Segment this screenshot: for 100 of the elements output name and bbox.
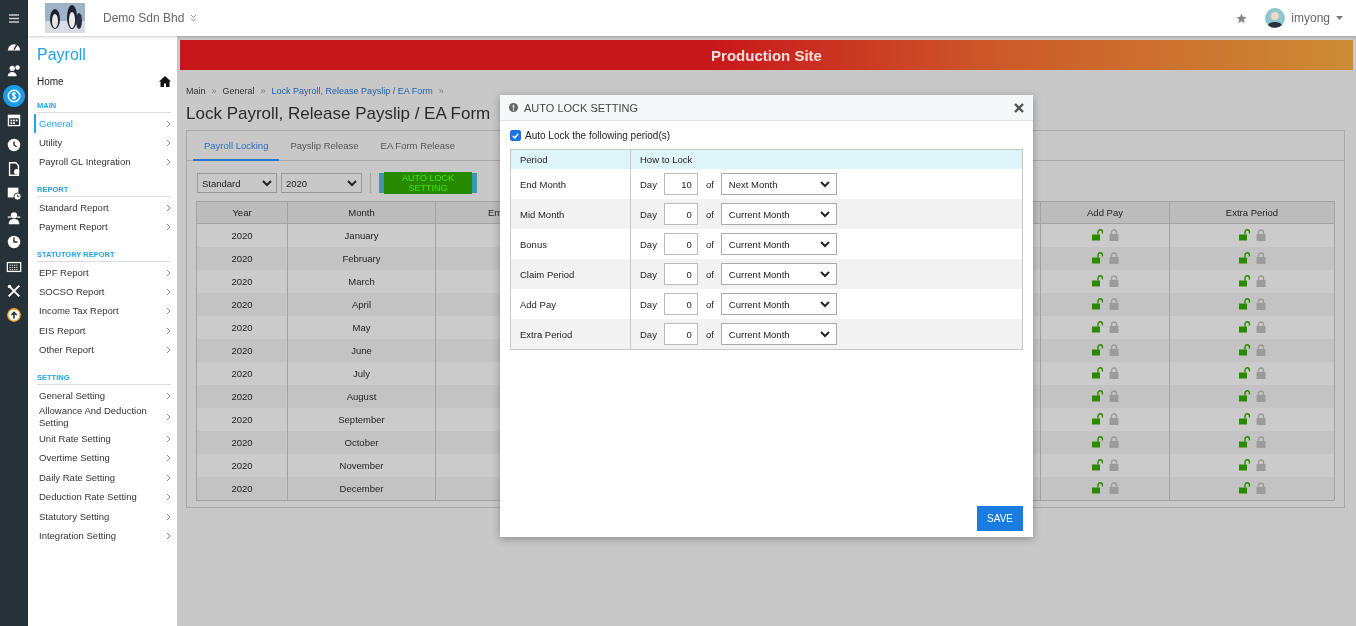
day-input[interactable]: 0: [663, 263, 698, 285]
company-name[interactable]: Demo Sdn Bhd: [103, 11, 185, 25]
star-icon[interactable]: [1236, 12, 1248, 24]
lock-toggle[interactable]: [1091, 389, 1119, 402]
lock-toggle[interactable]: [1091, 412, 1119, 425]
menu-icon[interactable]: [9, 13, 19, 23]
sidebar-item[interactable]: Payroll GL Integration: [34, 152, 171, 173]
info-icon: [509, 103, 518, 112]
lock-toggle[interactable]: [1238, 412, 1266, 425]
sidebar-item[interactable]: Payment Report: [34, 217, 171, 237]
save-button[interactable]: SAVE: [977, 506, 1023, 531]
home-link[interactable]: Home: [37, 76, 64, 87]
sidebar-item[interactable]: EIS Report: [34, 321, 171, 341]
tab[interactable]: Payslip Release: [279, 131, 370, 161]
lock-toggle[interactable]: [1091, 320, 1119, 333]
home-icon[interactable]: [159, 76, 171, 87]
lock-toggle[interactable]: [1091, 481, 1119, 494]
month-select[interactable]: Current Month: [720, 263, 837, 285]
table-cell: 2020: [196, 316, 288, 339]
table-cell: November: [287, 454, 436, 477]
table-cell: 2020: [196, 247, 288, 270]
sidebar-item[interactable]: Standard Report: [34, 198, 171, 218]
lock-toggle[interactable]: [1091, 251, 1119, 264]
lock-toggle[interactable]: [1238, 481, 1266, 494]
month-select[interactable]: Current Month: [720, 233, 837, 255]
column-header: Add Pay: [1040, 201, 1170, 224]
lock-toggle[interactable]: [1238, 389, 1266, 402]
avatar-icon[interactable]: [1265, 8, 1286, 28]
breadcrumb-link[interactable]: General: [222, 86, 255, 96]
checkbox[interactable]: [510, 130, 521, 141]
breadcrumb-link[interactable]: Main: [186, 86, 206, 96]
month-select[interactable]: Current Month: [720, 203, 837, 225]
breadcrumb-link[interactable]: Lock Payroll, Release Payslip / EA Form: [271, 86, 433, 96]
day-input[interactable]: 0: [663, 323, 698, 345]
sidebar-item[interactable]: EPF Report: [34, 262, 171, 283]
lock-toggle[interactable]: [1091, 274, 1119, 287]
lock-toggle[interactable]: [1091, 435, 1119, 448]
lock-toggle[interactable]: [1238, 297, 1266, 310]
chevron-icon: [166, 346, 171, 355]
chevron-icon: [166, 203, 171, 212]
sidebar-item[interactable]: Overtime Setting: [34, 448, 171, 469]
sidebar-item[interactable]: Daily Rate Setting: [34, 468, 171, 488]
caret-icon: [262, 179, 272, 187]
day-input[interactable]: 0: [663, 233, 698, 255]
day-input[interactable]: 10: [663, 173, 698, 195]
sidebar-title: Payroll: [37, 46, 86, 64]
month-select[interactable]: Next Month: [720, 173, 837, 195]
lock-toggle[interactable]: [1091, 458, 1119, 471]
day-label: Day: [640, 238, 657, 250]
type-select[interactable]: Standard: [197, 173, 277, 193]
tab[interactable]: EA Form Release: [369, 131, 466, 161]
lock-toggle[interactable]: [1091, 343, 1119, 356]
lock-toggle[interactable]: [1238, 274, 1266, 287]
lock-toggle[interactable]: [1238, 458, 1266, 471]
user-name[interactable]: imyong: [1291, 11, 1330, 25]
sidebar-item[interactable]: Integration Setting: [34, 526, 171, 546]
chevron-icon: [166, 531, 171, 540]
caret-icon: [819, 210, 830, 218]
chevron-icon: [166, 158, 171, 167]
lock-toggle[interactable]: [1091, 366, 1119, 379]
breadcrumb-separator: »: [260, 86, 266, 96]
sidebar-item[interactable]: Statutory Setting: [34, 506, 171, 527]
lock-toggle[interactable]: [1091, 297, 1119, 310]
lock-toggle[interactable]: [1238, 435, 1266, 448]
checkbox-label: Auto Lock the following period(s): [525, 130, 671, 141]
chevron-icon: [166, 268, 171, 277]
of-label: of: [705, 268, 714, 280]
rail-dollar-icon[interactable]: [3, 84, 25, 107]
caret-icon: [347, 179, 357, 187]
sidebar-item[interactable]: General Setting: [34, 385, 171, 406]
caret-icon: [819, 270, 830, 278]
chevron-icon: [166, 413, 171, 422]
sidebar-item[interactable]: Deduction Rate Setting: [34, 487, 171, 507]
page-title: Lock Payroll, Release Payslip / EA Form: [186, 104, 491, 124]
day-input[interactable]: 0: [663, 203, 698, 225]
year-select[interactable]: 2020: [281, 173, 362, 193]
sidebar-item[interactable]: Unit Rate Setting: [34, 429, 171, 449]
sidebar-item[interactable]: Income Tax Report: [34, 301, 171, 322]
lock-toggle[interactable]: [1238, 343, 1266, 356]
sidebar-item[interactable]: Other Report: [34, 340, 171, 360]
table-cell: 2020: [196, 270, 288, 293]
caret-icon[interactable]: [1336, 16, 1343, 20]
double-chevron-icon[interactable]: [190, 14, 198, 22]
sidebar-item[interactable]: SOCSO Report: [34, 282, 171, 302]
lock-toggle[interactable]: [1091, 228, 1119, 241]
month-select[interactable]: Current Month: [720, 323, 837, 345]
table-cell: March: [287, 270, 436, 293]
table-cell: August: [287, 385, 436, 408]
day-label: Day: [640, 328, 657, 340]
month-select[interactable]: Current Month: [720, 293, 837, 315]
close-icon[interactable]: [1014, 102, 1024, 113]
lock-toggle[interactable]: [1238, 320, 1266, 333]
lock-toggle[interactable]: [1238, 251, 1266, 264]
sidebar-item[interactable]: Utility: [34, 133, 171, 153]
of-label: of: [705, 298, 714, 310]
day-label: Day: [640, 178, 657, 190]
sidebar-item[interactable]: Allowance And Deduction Setting: [34, 405, 171, 430]
lock-toggle[interactable]: [1238, 366, 1266, 379]
lock-toggle[interactable]: [1238, 228, 1266, 241]
day-input[interactable]: 0: [663, 293, 698, 315]
